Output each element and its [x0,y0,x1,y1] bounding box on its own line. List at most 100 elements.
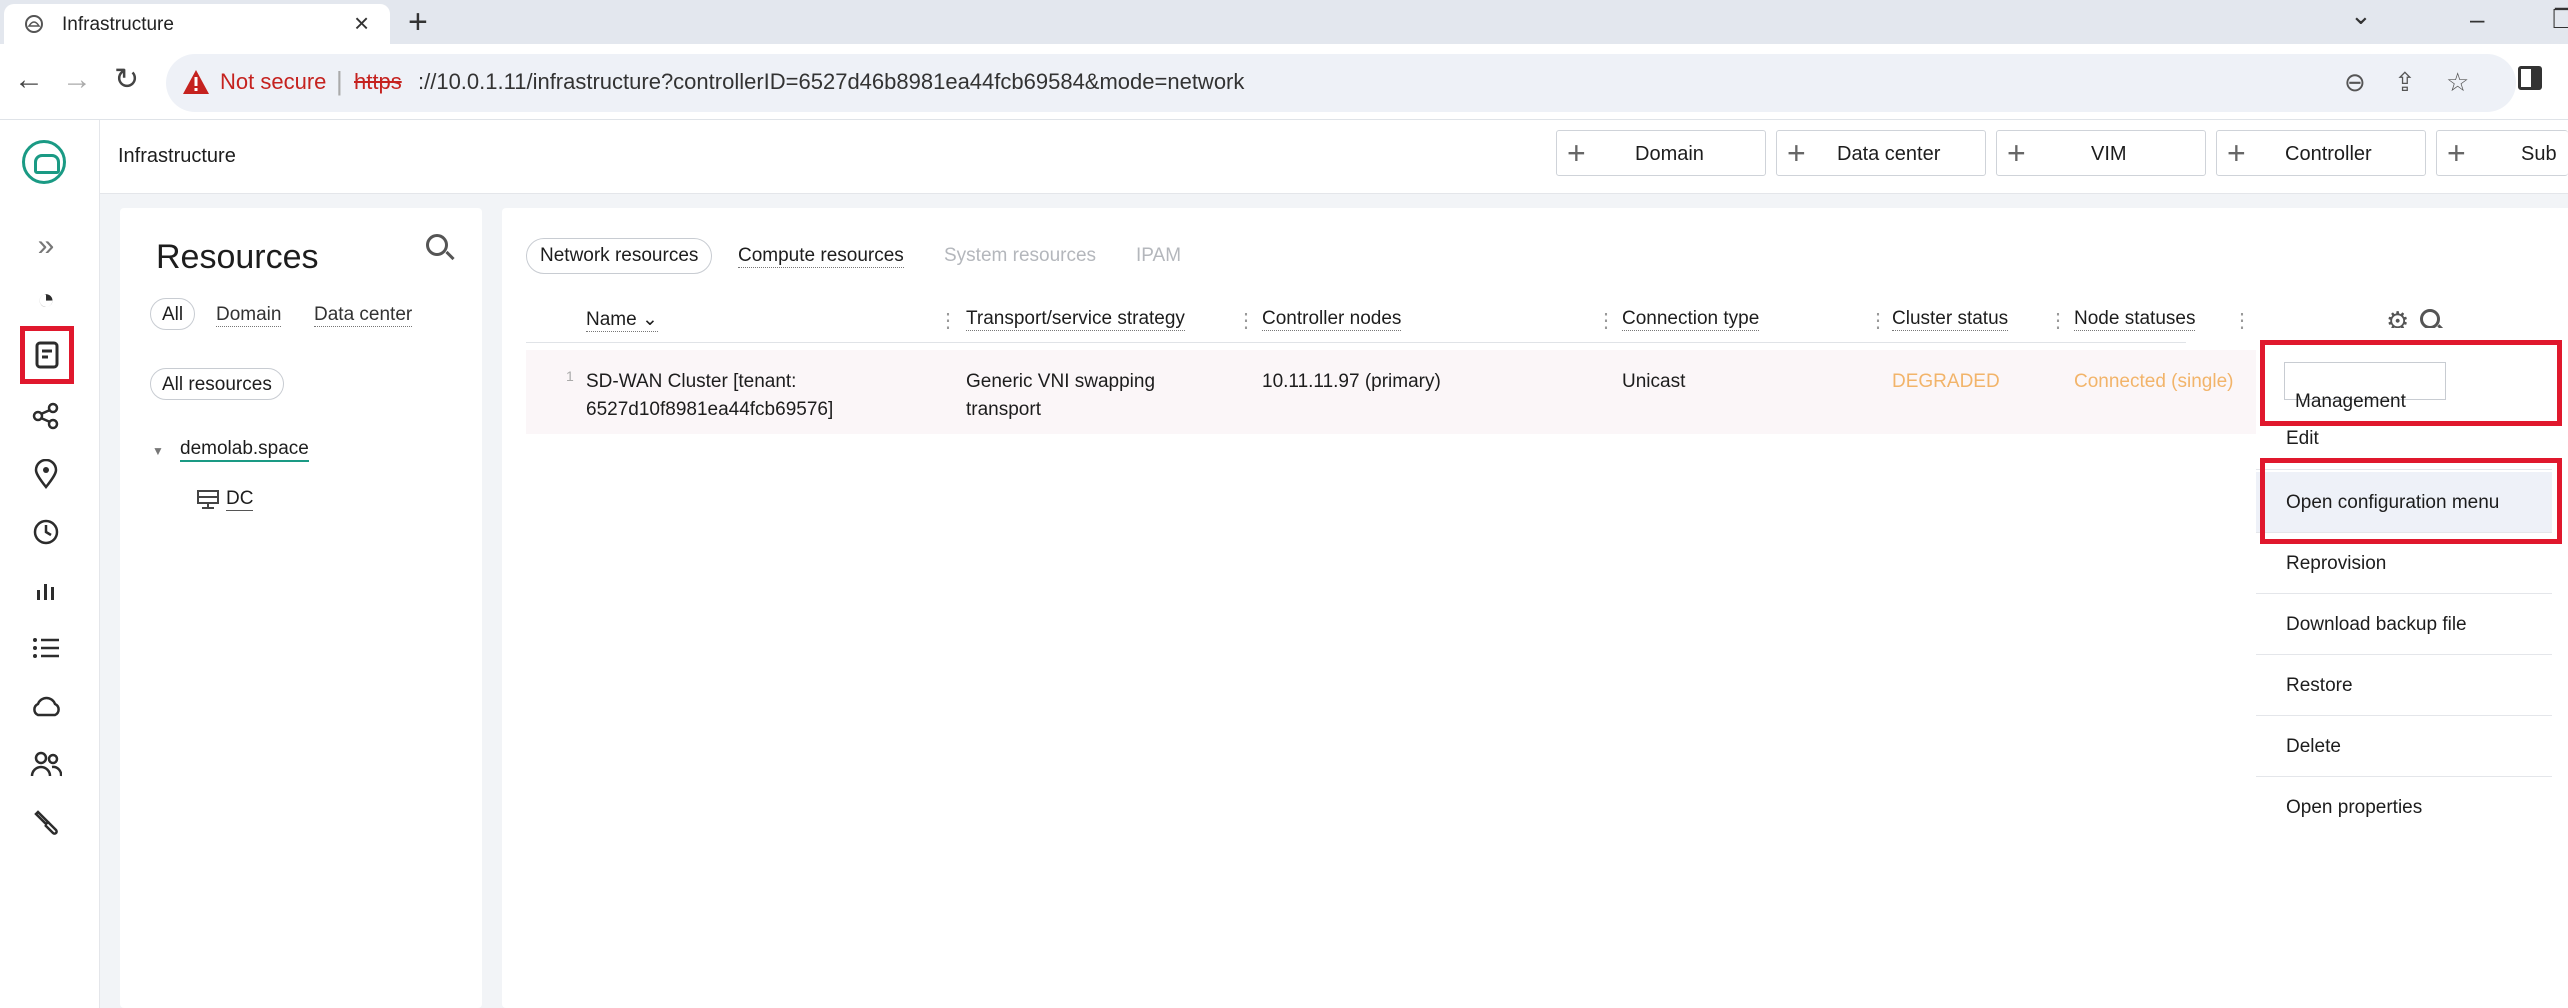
plus-icon: + [1787,135,1806,171]
statistics-icon[interactable] [22,566,70,614]
bar-chart-icon [37,584,54,600]
not-secure-label[interactable]: Not secure [220,69,326,95]
add-controller-button[interactable]: + Controller [2216,130,2426,176]
clock-icon [33,519,59,545]
column-strategy[interactable]: Transport/service strategy [966,308,1185,331]
cell-node-statuses: Connected (single) [2074,371,2234,392]
tools-icon[interactable] [22,798,70,846]
kaspersky-favicon-icon [25,15,43,33]
add-subnet-button[interactable]: + Sub [2436,130,2568,176]
reload-icon[interactable]: ↻ [114,62,139,98]
resources-title: Resources [156,238,319,276]
cell-name-line1: SD-WAN Cluster [tenant: [586,371,797,392]
tab-close-icon[interactable]: × [354,10,369,36]
add-controller-label: Controller [2285,143,2372,165]
plus-icon: + [2007,135,2026,171]
cell-name: SD-WAN Cluster [tenant: 6527d10f8981ea44… [586,368,833,424]
column-name-label: Name [586,309,637,330]
column-resize-handle[interactable]: ⋮ [2048,308,2068,333]
url-scheme: https [354,69,402,94]
cell-connection-type: Unicast [1622,371,1686,392]
bookmark-star-icon[interactable]: ☆ [2446,66,2469,98]
expand-icon[interactable]: » [22,222,70,270]
cell-name-line2: 6527d10f8981ea44fcb69576] [586,399,834,420]
app-logo-icon[interactable] [22,140,66,184]
add-domain-button[interactable]: + Domain [1556,130,1766,176]
filter-data-center[interactable]: Data center [314,304,413,327]
tree-collapse-icon[interactable]: ▼ [152,444,164,458]
browser-tab[interactable]: Infrastructure × [4,4,390,44]
cell-cluster-status: DEGRADED [1892,371,2000,392]
table-search-icon[interactable] [2420,309,2440,329]
share-icon[interactable]: ⇪ [2394,66,2416,98]
dashboard-icon[interactable]: ◔ [22,276,70,324]
plus-icon: + [2447,135,2466,171]
pin-icon [34,459,58,489]
side-panel-icon[interactable] [2518,66,2542,90]
forward-icon[interactable]: → [62,62,92,98]
restore-window-icon[interactable]: ❐ [2552,4,2568,34]
add-vim-label: VIM [2091,143,2127,165]
column-resize-handle[interactable]: ⋮ [938,308,958,333]
cloud-shape-icon [33,696,60,717]
cell-strategy-line1: Generic VNI swapping [966,371,1156,392]
back-icon[interactable]: ← [14,62,44,98]
new-tab-button[interactable]: + [408,4,428,40]
tab-compute-resources[interactable]: Compute resources [738,245,904,268]
tree-item-domain[interactable]: demolab.space [180,438,309,462]
column-resize-handle[interactable]: ⋮ [1868,308,1888,333]
browser-toolbar: ← → ↻ Not secure | https ://10.0.1.11/in… [0,44,2568,120]
add-domain-label: Domain [1635,143,1704,165]
menu-item-download-backup[interactable]: Download backup file [2256,594,2552,655]
tab-network-resources[interactable]: Network resources [526,238,713,274]
topology-icon[interactable] [22,392,70,440]
tab-search-chevron-icon[interactable]: ⌄ [2350,0,2372,30]
warning-triangle-icon [183,70,209,94]
add-subnet-label: Sub [2521,143,2557,165]
menu-item-delete[interactable]: Delete [2256,716,2552,777]
infrastructure-icon[interactable] [20,326,74,384]
data-center-icon [197,490,219,509]
column-node-statuses[interactable]: Node statuses [2074,308,2196,331]
column-controller-nodes[interactable]: Controller nodes [1262,308,1402,331]
menu-item-open-properties[interactable]: Open properties [2256,777,2552,838]
zoom-icon[interactable]: ⊖ [2344,66,2366,98]
all-resources-chip[interactable]: All resources [150,368,284,400]
column-cluster-status[interactable]: Cluster status [1892,308,2009,331]
history-icon[interactable] [22,508,70,556]
location-icon[interactable] [22,450,70,498]
app-header: Infrastructure + Domain + Data center + … [100,120,2568,194]
menu-item-restore[interactable]: Restore [2256,655,2552,716]
plus-icon: + [1567,135,1586,171]
cell-strategy: Generic VNI swapping transport [966,368,1155,424]
minimize-window-icon[interactable]: – [2470,4,2484,34]
column-connection-type[interactable]: Connection type [1622,308,1760,331]
column-name[interactable]: Name ⌄ [586,308,658,332]
list-icon[interactable] [22,624,70,672]
users-icon[interactable] [22,740,70,788]
filter-all[interactable]: All [150,298,196,330]
people-icon [30,751,62,777]
cloud-icon[interactable] [22,682,70,730]
resources-panel: Resources All Domain Data center All res… [120,208,482,1008]
table-header-divider [526,342,2186,343]
address-bar[interactable]: Not secure | https ://10.0.1.11/infrastr… [166,54,2516,112]
add-data-center-button[interactable]: + Data center [1776,130,1986,176]
tree-item-dc[interactable]: DC [226,488,254,511]
row-number: 1 [566,368,574,384]
sort-chevron-icon: ⌄ [636,309,658,330]
highlight-box-management [2260,340,2562,426]
plus-icon: + [2227,135,2246,171]
app-root: » ◔ Infrastructure + Domain + Data cente… [0,120,2568,1008]
add-vim-button[interactable]: + VIM [1996,130,2206,176]
filter-domain[interactable]: Domain [216,304,282,327]
column-resize-handle[interactable]: ⋮ [2232,308,2252,333]
cell-controller-nodes: 10.11.11.97 (primary) [1262,371,1441,392]
column-resize-handle[interactable]: ⋮ [1236,308,1256,333]
table-row[interactable]: 1 SD-WAN Cluster [tenant: 6527d10f8981ea… [526,350,2376,434]
search-icon[interactable] [426,234,448,256]
tab-title: Infrastructure [62,14,174,35]
page-title: Infrastructure [118,145,236,167]
browser-tab-bar: Infrastructure × + ⌄ – ❐ [0,0,2568,44]
column-resize-handle[interactable]: ⋮ [1596,308,1616,333]
